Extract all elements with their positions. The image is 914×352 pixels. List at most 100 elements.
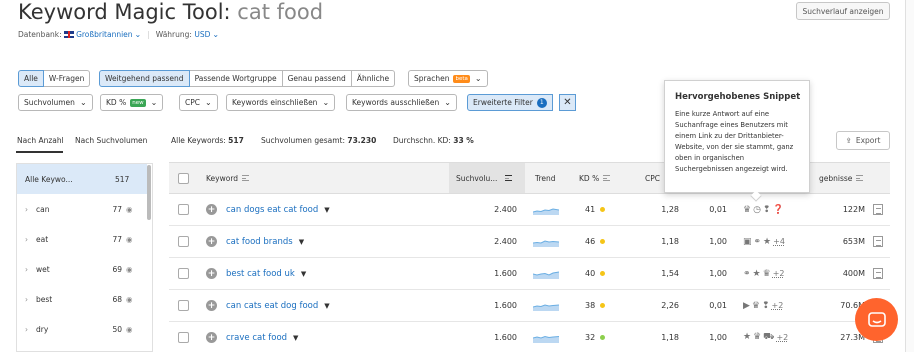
chevron-down-icon: ⌄ xyxy=(322,98,330,107)
sidebar-item-all[interactable]: Alle Keywo... 517 xyxy=(17,164,147,194)
eye-icon[interactable]: ◉ xyxy=(126,325,133,334)
exclude-keywords-dropdown[interactable]: Keywords ausschließen ⌄ xyxy=(346,94,457,111)
serp-document-icon[interactable] xyxy=(869,226,883,257)
chevron-right-icon: › xyxy=(25,264,28,274)
add-keyword-plus-icon[interactable]: + xyxy=(206,194,217,225)
table-row[interactable]: + best cat food uk ▼ 1.600 40 1,54 1,00 ⚭… xyxy=(169,258,890,290)
table-row[interactable]: + crave cat food ▼ 1.600 32 1,18 1,00 ★♛⛟… xyxy=(169,322,890,352)
eye-icon[interactable]: ◉ xyxy=(126,265,133,274)
volume-value: 2.400 xyxy=(494,205,517,214)
caret-down-icon[interactable]: ▼ xyxy=(301,270,306,278)
chevron-down-icon: ⌄ xyxy=(474,74,482,83)
include-keywords-dropdown[interactable]: Keywords einschließen ⌄ xyxy=(226,94,336,111)
row-checkbox[interactable] xyxy=(178,194,189,225)
table-row[interactable]: + can cats eat dog food ▼ 1.600 38 2,26 0… xyxy=(169,290,890,322)
filter-broad-match[interactable]: Weitgehend passend xyxy=(99,70,190,87)
currency-select[interactable]: USD xyxy=(194,30,210,39)
volume-dropdown[interactable]: Suchvolumen ⌄ xyxy=(18,94,93,111)
filter-questions[interactable]: W-Fragen xyxy=(43,70,91,87)
keyword-link[interactable]: can dogs eat cat food xyxy=(226,205,318,215)
serp-features-icons[interactable]: ⚭★♛ xyxy=(743,269,773,279)
sidebar-item-label: Alle Keywo... xyxy=(25,174,73,184)
serp-features-icons[interactable]: ★♛⛟ xyxy=(743,332,776,343)
row-checkbox[interactable] xyxy=(178,258,189,289)
sort-icon xyxy=(242,175,250,181)
column-trend[interactable]: Trend xyxy=(535,163,556,193)
table-row[interactable]: + cat food brands ▼ 2.400 46 1,18 1,00 ▣⚭… xyxy=(169,226,890,258)
column-volume[interactable]: Suchvolu... xyxy=(449,163,525,193)
serp-document-icon[interactable] xyxy=(869,194,883,225)
kd-dropdown[interactable]: KD % new ⌄ xyxy=(100,94,164,111)
column-kd[interactable]: KD % xyxy=(579,163,611,193)
kd-indicator xyxy=(600,271,606,276)
chevron-down-icon: ⌄ xyxy=(79,98,87,107)
column-label: Trend xyxy=(535,173,556,183)
sidebar-item-dry[interactable]: › dry 50 ◉ xyxy=(17,314,147,344)
page-scrollbar[interactable] xyxy=(905,0,914,352)
sidebar-item-label: eat xyxy=(36,234,49,244)
sidebar-item-best[interactable]: › best 68 ◉ xyxy=(17,284,147,314)
chevron-right-icon: › xyxy=(25,294,28,304)
more-features-link[interactable]: +2 xyxy=(776,333,788,342)
caret-down-icon[interactable]: ▼ xyxy=(324,302,329,310)
stat-avg-kd: Durchschn. KD: 33 % xyxy=(393,136,474,145)
filter-related[interactable]: Ähnliche xyxy=(351,70,396,87)
keyword-link[interactable]: cat food brands xyxy=(226,237,293,247)
chevron-down-icon: ⌄ xyxy=(150,98,158,107)
add-keyword-plus-icon[interactable]: + xyxy=(206,226,217,257)
more-features-link[interactable]: +4 xyxy=(773,237,785,246)
sidebar-item-label: wet xyxy=(36,264,50,274)
filter-exact-match[interactable]: Genau passend xyxy=(282,70,352,87)
results-value: 400M xyxy=(842,269,865,278)
question-filter-group: Alle W-Fragen xyxy=(18,70,91,87)
tab-by-volume[interactable]: Nach Suchvolumen xyxy=(75,136,147,145)
caret-down-icon[interactable]: ▼ xyxy=(299,238,304,246)
add-keyword-plus-icon[interactable]: + xyxy=(206,322,217,352)
row-checkbox[interactable] xyxy=(178,322,189,352)
filter-phrase-match[interactable]: Passende Wortgruppe xyxy=(189,70,283,87)
serp-features-icons[interactable]: ▶♛❢ xyxy=(743,301,772,311)
chat-support-button[interactable] xyxy=(855,298,898,341)
advanced-filters-button[interactable]: Erweiterte Filter 1 xyxy=(467,94,553,111)
languages-dropdown[interactable]: Sprachen beta ⌄ xyxy=(408,70,488,87)
table-row[interactable]: + can dogs eat cat food ▼ 2.400 41 1,28 0… xyxy=(169,194,890,226)
sidebar-item-count: 77 xyxy=(112,234,122,244)
tab-by-number[interactable]: Nach Anzahl xyxy=(17,136,64,145)
competition-value: 0,01 xyxy=(709,205,727,214)
more-features-link[interactable]: +2 xyxy=(773,269,785,278)
column-results[interactable]: gebnisse xyxy=(819,163,864,193)
export-button[interactable]: ⇪ Export xyxy=(836,131,890,150)
add-keyword-plus-icon[interactable]: + xyxy=(206,258,217,289)
sidebar-scrollbar[interactable] xyxy=(147,165,151,220)
serp-features-icons[interactable]: ♛◷❢❓ xyxy=(743,205,786,215)
column-cpc[interactable]: CPC xyxy=(645,163,660,193)
sidebar-item-can[interactable]: › can 77 ◉ xyxy=(17,194,147,224)
stat-total-volume: Suchvolumen gesamt: 73.230 xyxy=(261,136,376,145)
column-keyword[interactable]: Keyword xyxy=(206,163,250,193)
select-all-checkbox[interactable] xyxy=(178,163,189,193)
cpc-dropdown[interactable]: CPC ⌄ xyxy=(179,94,218,111)
keyword-link[interactable]: can cats eat dog food xyxy=(226,301,318,311)
advanced-filters-count: 1 xyxy=(536,97,547,108)
sidebar-item-eat[interactable]: › eat 77 ◉ xyxy=(17,224,147,254)
database-select[interactable]: Großbritannien xyxy=(76,30,132,39)
eye-icon[interactable]: ◉ xyxy=(126,205,133,214)
serp-document-icon[interactable] xyxy=(869,258,883,289)
cpc-value: 1,18 xyxy=(661,333,679,342)
eye-icon[interactable]: ◉ xyxy=(126,295,133,304)
caret-down-icon[interactable]: ▼ xyxy=(324,206,329,214)
serp-features-icons[interactable]: ▣⚭★ xyxy=(743,237,773,247)
row-checkbox[interactable] xyxy=(178,290,189,321)
clear-filters-close-icon[interactable]: ✕ xyxy=(559,94,576,111)
filter-all[interactable]: Alle xyxy=(18,70,44,87)
caret-down-icon[interactable]: ▼ xyxy=(293,334,298,342)
keyword-link[interactable]: best cat food uk xyxy=(226,269,295,279)
add-keyword-plus-icon[interactable]: + xyxy=(206,290,217,321)
search-history-button[interactable]: Suchverlauf anzeigen xyxy=(796,2,890,20)
more-features-link[interactable]: +2 xyxy=(772,301,784,310)
row-checkbox[interactable] xyxy=(178,226,189,257)
kd-indicator xyxy=(600,207,606,212)
sidebar-item-wet[interactable]: › wet 69 ◉ xyxy=(17,254,147,284)
eye-icon[interactable]: ◉ xyxy=(126,235,133,244)
keyword-link[interactable]: crave cat food xyxy=(226,333,287,343)
